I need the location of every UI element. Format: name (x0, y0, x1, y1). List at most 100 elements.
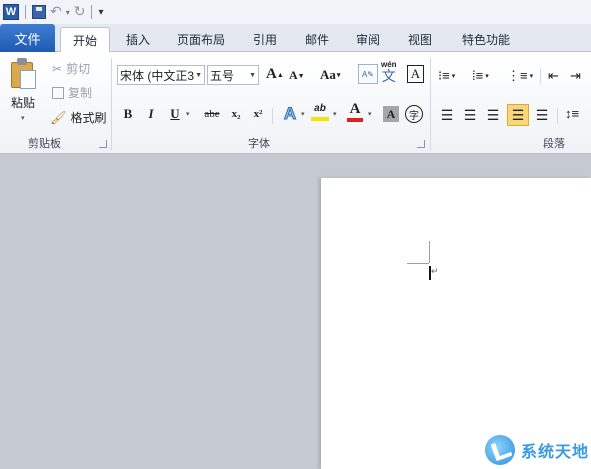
paste-button[interactable]: 粘贴 (11, 94, 35, 111)
word-logo-icon[interactable]: W (3, 4, 19, 20)
tab-references[interactable]: 引用 (245, 27, 285, 52)
decrease-indent-icon: ⇤ (548, 68, 559, 83)
group-divider (430, 58, 431, 150)
group-divider (540, 68, 541, 84)
document-page[interactable] (321, 178, 591, 469)
underline-dropdown-icon[interactable]: ▾ (186, 110, 190, 118)
increase-indent-button[interactable]: ⇥ (570, 68, 581, 84)
multilevel-list-button[interactable]: ⋮≡ ▾ (507, 68, 533, 84)
enclose-characters-button[interactable]: 字 (405, 105, 423, 123)
highlight-button[interactable]: ab (311, 104, 329, 121)
redo-icon[interactable]: ↻ (74, 4, 86, 20)
clipboard-group-label: 剪贴板 (28, 138, 61, 150)
copy-button[interactable]: 复制 (52, 84, 92, 101)
line-spacing-icon: ↕≡ (565, 106, 580, 121)
tab-page-layout[interactable]: 页面布局 (170, 27, 232, 52)
font-color-dropdown-icon[interactable]: ▾ (368, 110, 372, 118)
tab-view[interactable]: 视图 (400, 27, 440, 52)
align-left-button[interactable]: ☰ (438, 106, 456, 124)
align-center-button[interactable]: ☰ (461, 106, 479, 124)
tab-review[interactable]: 审阅 (348, 27, 388, 52)
tab-insert[interactable]: 插入 (118, 27, 158, 52)
font-size-combo[interactable]: 五号 ▼ (207, 65, 259, 85)
customize-qat-icon[interactable]: ▾ (98, 7, 103, 18)
font-color-button[interactable]: A (347, 102, 363, 122)
bullets-button[interactable]: ⁝≡ ▾ (438, 68, 455, 84)
clear-formatting-icon[interactable]: A✎ (358, 64, 378, 84)
font-color-bar (347, 118, 363, 122)
copy-icon (52, 86, 64, 99)
numbering-button[interactable]: ⁞≡ ▾ (472, 68, 489, 83)
font-size-value: 五号 (210, 68, 235, 83)
change-case-button[interactable]: Aa ▾ (320, 67, 340, 83)
superscript-button[interactable]: x² (249, 105, 267, 123)
underline-button[interactable]: U (166, 105, 184, 123)
justify-icon: ☰ (511, 106, 525, 123)
decrease-indent-button[interactable]: ⇤ (548, 68, 559, 84)
character-shading-button[interactable]: A (383, 106, 399, 122)
format-painter-label: 格式刷 (70, 111, 107, 125)
justify-button[interactable]: ☰ (507, 104, 529, 126)
quick-access-toolbar: W ↶ ▾ ↻ ▾ (0, 0, 591, 24)
watermark-text: 系统天地 (521, 444, 590, 461)
chevron-down-icon[interactable]: ▼ (195, 72, 202, 79)
qat-separator (91, 5, 93, 19)
qat-separator (25, 5, 26, 19)
paragraph-group-label: 段落 (543, 138, 565, 150)
font-color-icon: A (349, 101, 361, 117)
shrink-font-icon: A (289, 68, 298, 82)
numbered-list-icon: ⁞≡ (472, 68, 484, 83)
increase-indent-icon: ⇥ (570, 68, 581, 83)
undo-icon[interactable]: ↶ (50, 4, 62, 20)
line-spacing-button[interactable]: ↕≡ (565, 106, 579, 121)
paste-dropdown-icon[interactable]: ▾ (21, 114, 25, 122)
bullet-list-icon: ⁝≡ (438, 68, 450, 83)
paragraph-mark-icon: ↵ (431, 266, 439, 276)
italic-button[interactable]: I (142, 105, 160, 123)
highlight-icon: ab (314, 103, 326, 114)
highlight-color-bar (311, 117, 329, 121)
pinyin-char: 文 (381, 68, 396, 84)
tab-home[interactable]: 开始 (60, 27, 110, 53)
tab-file[interactable]: 文件 (0, 24, 55, 52)
format-painter-button[interactable]: 🖌 格式刷 (50, 109, 107, 126)
group-divider (111, 58, 112, 150)
highlight-dropdown-icon[interactable]: ▾ (333, 110, 337, 118)
watermark: 系统天地 (485, 435, 589, 465)
cut-label: 剪切 (66, 62, 91, 76)
shrink-font-button[interactable]: A ▼ (289, 68, 305, 83)
text-effects-dropdown-icon[interactable]: ▾ (301, 110, 305, 118)
align-right-button[interactable]: ☰ (484, 106, 502, 124)
margin-corner-mark (407, 263, 429, 264)
bold-button[interactable]: B (119, 105, 137, 123)
character-border-button[interactable]: A (407, 65, 424, 83)
group-divider (272, 108, 273, 124)
paste-icon[interactable] (11, 58, 37, 90)
copy-label: 复制 (68, 86, 93, 100)
undo-dropdown-icon[interactable]: ▾ (66, 8, 70, 17)
font-group-label: 字体 (248, 138, 270, 150)
phonetic-guide-button[interactable]: wén 文 (381, 61, 397, 84)
change-case-icon: Aa (320, 67, 336, 82)
clipboard-launcher-icon[interactable] (99, 140, 107, 148)
grow-font-button[interactable]: A ▲ (266, 66, 284, 83)
align-center-icon: ☰ (463, 106, 477, 123)
chevron-down-icon[interactable]: ▼ (249, 72, 256, 79)
subscript-button[interactable]: x₂ (227, 105, 245, 123)
strikethrough-button[interactable]: abe (200, 105, 224, 123)
multilevel-list-icon: ⋮≡ (507, 68, 528, 83)
cut-button[interactable]: ✂ 剪切 (52, 60, 90, 77)
tab-mailings[interactable]: 邮件 (297, 27, 337, 52)
text-effects-button[interactable]: A (281, 104, 299, 124)
scissors-icon: ✂ (52, 61, 63, 76)
ribbon-tabs: 文件 开始 插入 页面布局 引用 邮件 审阅 视图 特色功能 (0, 24, 591, 53)
tab-special-features[interactable]: 特色功能 (455, 27, 517, 52)
margin-corner-mark (429, 241, 430, 263)
save-icon[interactable] (32, 5, 46, 19)
grow-font-icon: A (266, 66, 277, 82)
font-name-value: 宋体 (中文正3 (120, 68, 195, 83)
font-name-combo[interactable]: 宋体 (中文正3 ▼ (117, 65, 205, 85)
font-launcher-icon[interactable] (417, 140, 425, 148)
align-right-icon: ☰ (486, 106, 500, 123)
distributed-button[interactable]: ☰ (533, 106, 551, 124)
